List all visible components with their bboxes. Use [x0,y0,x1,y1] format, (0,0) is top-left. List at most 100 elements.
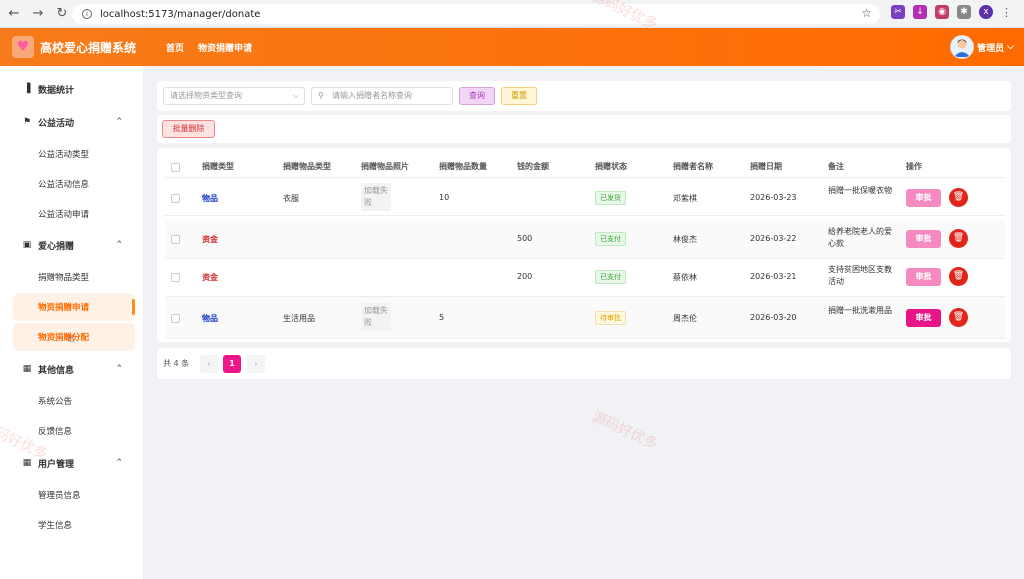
sidebar-item-admin-info[interactable]: 管理员信息 [0,481,143,509]
address-bar[interactable]: i localhost:5173/manager/donate ☆ [72,4,880,24]
column-header: 捐赠物品数量 [439,162,487,171]
sidebar-item-donation-apply[interactable]: 物资捐赠申请 [13,293,135,321]
donation-note: 捐赠一批保暖衣物 [828,186,892,195]
goods-type-select[interactable]: 请选择物资类型查询 ⌵ [163,87,305,105]
goods-type: 生活用品 [283,314,315,323]
donation-note: 给养老院老人的爱心款 [828,227,892,248]
column-header: 捐赠物品类型 [283,162,331,171]
grid-icon: ▦ [22,364,32,374]
approve-button[interactable]: 审批 [906,189,941,207]
goods-photo: 加载失败 [361,183,391,211]
sidebar-item-dashboard[interactable]: ▐ 数据统计 [0,75,143,103]
app-header: ♥ 高校爱心捐赠系统 首页 物资捐赠申请 管理员 ⌵ [0,28,1024,66]
url-text: localhost:5173/manager/donate [100,8,261,20]
batch-delete-button[interactable]: 批量删除 [162,120,215,138]
sidebar-item-activity-type[interactable]: 公益活动类型 [0,140,143,168]
sidebar-item-student-info[interactable]: 学生信息 [0,511,143,539]
sidebar-item-goods-type[interactable]: 捐赠物品类型 [0,263,143,291]
donation-type: 资金 [202,235,218,244]
approve-button[interactable]: 审批 [906,268,941,286]
watermark: 源码好优多 [589,408,660,453]
reload-icon[interactable]: ↻ [54,6,70,21]
query-button[interactable]: 查询 [459,87,495,105]
column-header: 捐赠状态 [595,162,627,171]
grid-icon: ▦ [22,458,32,468]
column-header: 捐赠物品照片 [361,162,409,171]
sidebar-item-label: 物资捐赠申请 [38,303,90,313]
row-checkbox[interactable] [171,194,180,203]
forward-icon[interactable]: → [30,6,46,21]
column-header: 捐赠者名称 [673,162,713,171]
table-header: 捐赠类型 捐赠物品类型 捐赠物品照片 捐赠物品数量 钱的金额 捐赠状态 捐赠者名… [165,158,1005,178]
back-icon[interactable]: ← [6,6,22,21]
donation-type: 物品 [202,194,218,203]
table-row: 资金 200 已支付 蔡依林 2026-03-21 支持贫困地区支教活动 审批 … [165,259,1005,297]
extensions-puzzle-icon[interactable]: ✱ [957,5,971,19]
profile-icon[interactable]: x [979,5,993,19]
delete-icon[interactable]: 🗑 [949,229,968,248]
breadcrumb: 首页 物资捐赠申请 [166,41,252,54]
column-header: 备注 [828,162,844,171]
gift-icon: ▣ [22,240,32,250]
goods-quantity: 5 [439,313,445,322]
user-menu[interactable]: 管理员 ⌵ [950,35,1014,59]
row-checkbox[interactable] [171,314,180,323]
sidebar-item-label: 用户管理 [38,459,75,470]
sidebar: ▐ 数据统计 ⚑ 公益活动 ⌃ 公益活动类型 公益活动信息 公益活动申请 ▣ 爱… [0,66,143,579]
donation-date: 2026-03-21 [750,272,797,281]
status-badge: 已支付 [595,232,626,246]
approve-button[interactable]: 审批 [906,230,941,248]
row-checkbox[interactable] [171,273,180,282]
approve-button[interactable]: 审批 [906,309,941,327]
select-all-checkbox[interactable] [171,163,180,172]
flag-icon: ⚑ [22,117,32,127]
donation-date: 2026-03-23 [750,193,797,202]
browser-toolbar: ← → ↻ i localhost:5173/manager/donate ☆ … [0,0,1024,28]
delete-icon[interactable]: 🗑 [949,188,968,207]
delete-icon[interactable]: 🗑 [949,308,968,327]
sidebar-group-users[interactable]: ▦ 用户管理 ⌃ [0,449,143,477]
sidebar-group-donation[interactable]: ▣ 爱心捐赠 ⌃ [0,231,143,259]
avatar-person-icon [951,36,974,58]
extension-mask-icon[interactable]: ◉ [935,5,949,19]
sidebar-item-activity-apply[interactable]: 公益活动申请 [0,200,143,228]
chevron-up-icon: ⌃ [115,458,123,468]
page-1-button[interactable]: 1 [223,355,241,373]
sidebar-item-donation-allocate[interactable]: 物资捐赠分配 ☝ [13,323,135,351]
donor-name: 周杰伦 [673,314,697,323]
search-icon: ⚲ [318,91,324,100]
site-info-icon[interactable]: i [82,9,92,19]
prev-page-button[interactable]: ‹ [200,355,218,373]
hand-cursor-icon: ☝ [68,332,75,345]
more-menu-icon[interactable]: ⋮ [1001,6,1012,19]
status-badge: 已支付 [595,270,626,284]
donation-date: 2026-03-20 [750,313,797,322]
bookmark-star-icon[interactable]: ☆ [861,6,872,20]
next-page-button[interactable]: › [247,355,265,373]
sidebar-group-other[interactable]: ▦ 其他信息 ⌃ [0,355,143,383]
extension-download-icon[interactable]: ↓ [913,5,927,19]
donation-type: 物品 [202,314,218,323]
chevron-up-icon: ⌃ [115,240,123,250]
sidebar-item-label: 公益活动 [38,118,75,129]
column-header: 捐赠类型 [202,162,234,171]
input-placeholder: 请输入捐赠者名称查询 [332,91,412,100]
chevron-up-icon: ⌃ [115,117,123,127]
delete-icon[interactable]: 🗑 [949,267,968,286]
row-checkbox[interactable] [171,235,180,244]
chevron-up-icon: ⌃ [115,364,123,374]
nav-home[interactable]: 首页 [166,41,184,54]
sidebar-item-notice[interactable]: 系统公告 [0,387,143,415]
donor-name-input[interactable]: ⚲ 请输入捐赠者名称查询 [311,87,453,105]
sidebar-item-activity-info[interactable]: 公益活动信息 [0,170,143,198]
column-header: 捐赠日期 [750,162,782,171]
table-row: 物品 生活用品 加载失败 5 待审批 周杰伦 2026-03-20 捐赠一批洗漱… [165,297,1005,339]
extension-scissors-icon[interactable]: ✂ [891,5,905,19]
sidebar-item-label: 数据统计 [38,85,75,96]
money-amount: 500 [517,234,533,243]
sidebar-group-charity[interactable]: ⚑ 公益活动 ⌃ [0,108,143,136]
sidebar-item-feedback[interactable]: 反馈信息 [0,417,143,445]
total-count: 共 4 条 [163,359,190,368]
reset-button[interactable]: 重置 [501,87,537,105]
sidebar-item-label: 物资捐赠分配 [38,333,90,343]
